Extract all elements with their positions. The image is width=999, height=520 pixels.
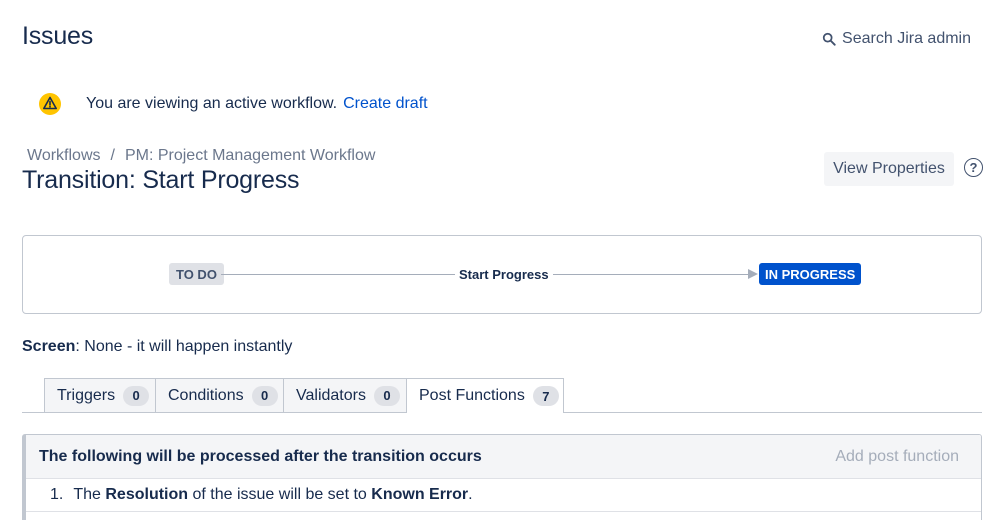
tab-count-badge: 0 bbox=[123, 385, 150, 406]
page-heading: Issues bbox=[22, 22, 94, 50]
search-icon bbox=[822, 32, 836, 46]
breadcrumb-workflow-name[interactable]: PM: Project Management Workflow bbox=[125, 147, 375, 165]
post-functions-heading: The following will be processed after th… bbox=[39, 447, 482, 465]
search-label: Search Jira admin bbox=[842, 30, 971, 47]
tab-conditions[interactable]: Conditions 0 bbox=[155, 378, 284, 412]
breadcrumb: Workflows / PM: Project Management Workf… bbox=[27, 147, 375, 165]
item-field: Resolution bbox=[105, 486, 189, 503]
item-text: The bbox=[73, 486, 101, 503]
arrow-right-icon bbox=[748, 269, 758, 279]
post-functions-panel: The following will be processed after th… bbox=[22, 434, 982, 520]
list-item: 1. The Resolution of the issue will be s… bbox=[26, 479, 981, 512]
status-to-in-progress: IN PROGRESS bbox=[759, 263, 862, 285]
tab-label: Post Functions bbox=[419, 387, 525, 404]
tab-label: Triggers bbox=[57, 386, 116, 404]
breadcrumb-separator: / bbox=[110, 147, 115, 164]
screen-info: Screen: None - it will happen instantly bbox=[22, 338, 292, 356]
item-text: . bbox=[468, 486, 473, 503]
tab-label: Validators bbox=[296, 386, 366, 404]
transition-name-label: Start Progress bbox=[455, 267, 553, 282]
active-workflow-warning: You are viewing an active workflow. Crea… bbox=[38, 92, 428, 116]
post-functions-header: The following will be processed after th… bbox=[26, 435, 981, 479]
warning-text: You are viewing an active workflow. bbox=[86, 95, 338, 112]
transition-title: Transition: Start Progress bbox=[22, 166, 300, 194]
tab-label: Conditions bbox=[168, 386, 244, 404]
breadcrumb-workflows[interactable]: Workflows bbox=[27, 147, 101, 165]
warning-icon bbox=[39, 93, 61, 115]
create-draft-link[interactable]: Create draft bbox=[343, 95, 427, 113]
item-text: of the issue will be set to bbox=[192, 486, 367, 503]
add-post-function-button[interactable]: Add post function bbox=[835, 448, 959, 466]
screen-label: Screen bbox=[22, 338, 76, 355]
tab-count-badge: 0 bbox=[373, 385, 400, 406]
search-jira-admin-link[interactable]: Search Jira admin bbox=[822, 30, 971, 48]
tab-count-badge: 0 bbox=[251, 385, 278, 406]
screen-value: : None - it will happen instantly bbox=[75, 338, 293, 355]
transition-diagram: TO DO Start Progress IN PROGRESS bbox=[22, 235, 982, 314]
transition-tabs: Triggers 0 Conditions 0 Validators 0 Pos… bbox=[22, 378, 982, 413]
tab-triggers[interactable]: Triggers 0 bbox=[44, 378, 156, 412]
help-icon[interactable]: ? bbox=[964, 158, 983, 177]
status-from-todo: TO DO bbox=[169, 263, 224, 285]
item-number: 1. bbox=[50, 486, 64, 503]
view-properties-button[interactable]: View Properties bbox=[824, 152, 954, 186]
tab-validators[interactable]: Validators 0 bbox=[283, 378, 407, 412]
tab-post-functions[interactable]: Post Functions 7 bbox=[406, 378, 564, 413]
tab-count-badge: 7 bbox=[532, 386, 559, 406]
item-value: Known Error bbox=[371, 486, 469, 503]
